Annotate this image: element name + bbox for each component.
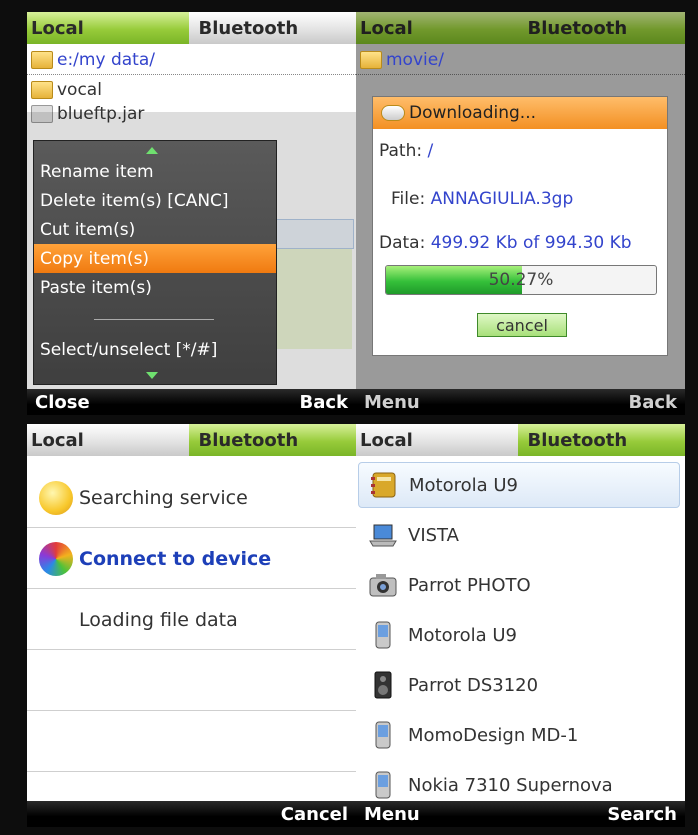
file-item[interactable]: vocal <box>31 80 102 100</box>
file-line: File: ANNAGIULIA.3gp <box>391 189 573 209</box>
device-name: Motorola U9 <box>409 474 519 496</box>
tab-local[interactable]: Local <box>27 424 189 456</box>
device-row[interactable]: MomoDesign MD-1 <box>358 712 680 758</box>
menu-item-paste[interactable]: Paste item(s) <box>34 273 276 302</box>
data-value: 499.92 Kb of 994.30 Kb <box>430 233 632 253</box>
scroll-down-icon[interactable] <box>146 372 158 379</box>
device-row[interactable]: Parrot PHOTO <box>358 562 680 608</box>
file-name: vocal <box>57 80 102 100</box>
device-name: MomoDesign MD-1 <box>408 724 579 746</box>
tab-local[interactable]: Local <box>356 424 518 456</box>
screen-local-file-browser: Local Bluetooth e:/my data/ vocal blueft… <box>27 12 356 415</box>
path-line: Path: / <box>379 141 433 161</box>
device-row[interactable]: VISTA <box>358 512 680 558</box>
file-label: File: <box>391 189 426 209</box>
phone-icon <box>366 718 400 752</box>
tab-bar: Local Bluetooth <box>27 12 356 44</box>
softkey-bar: Cancel <box>27 801 356 827</box>
softkey-bar: Menu Back <box>356 389 685 415</box>
download-dialog: Downloading... Path: / File: ANNAGIULIA.… <box>372 96 668 356</box>
tab-local[interactable]: Local <box>356 12 518 44</box>
current-path-row[interactable]: movie/ <box>360 50 444 70</box>
folder-icon <box>360 51 382 69</box>
tab-bluetooth[interactable]: Bluetooth <box>188 424 356 456</box>
screen-bluetooth-devices: Local Bluetooth Motorola U9 VISTA Parrot… <box>356 424 685 827</box>
device-name: Nokia 7310 Supernova <box>408 774 613 796</box>
current-path: movie/ <box>386 50 444 70</box>
current-path-row[interactable]: e:/my data/ <box>31 50 155 70</box>
softkey-bar: Close Back <box>27 389 356 415</box>
menu-item-cut[interactable]: Cut item(s) <box>34 215 276 244</box>
scroll-up-icon[interactable] <box>146 147 158 154</box>
softkey-menu[interactable]: Menu <box>364 392 420 413</box>
screen-downloading: Local Bluetooth movie/ Downloading... Pa… <box>356 12 685 415</box>
sun-icon <box>39 480 73 515</box>
device-row[interactable]: Parrot DS3120 <box>358 662 680 708</box>
softkey-cancel[interactable]: Cancel <box>281 804 348 825</box>
softkey-search[interactable]: Search <box>607 804 677 825</box>
menu-item-copy[interactable]: Copy item(s) <box>34 244 276 273</box>
phone-icon <box>366 768 400 802</box>
tab-bar: Local Bluetooth <box>356 424 685 456</box>
status-row-searching: Searching service <box>27 468 356 528</box>
softkey-close[interactable]: Close <box>35 392 90 413</box>
tab-bar: Local Bluetooth <box>356 12 685 44</box>
dialog-title-bar: Downloading... <box>373 97 667 129</box>
tab-bar: Local Bluetooth <box>27 424 356 456</box>
status-text: Connect to device <box>79 547 272 570</box>
camera-icon <box>366 568 400 602</box>
context-menu: Rename item Delete item(s) [CANC] Cut it… <box>33 140 277 385</box>
softkey-back[interactable]: Back <box>628 392 677 413</box>
data-line: Data: 499.92 Kb of 994.30 Kb <box>379 233 632 253</box>
empty-row <box>27 712 356 772</box>
softkey-menu[interactable]: Menu <box>364 804 420 825</box>
status-list: Searching service Connect to device Load… <box>27 456 356 801</box>
speaker-icon <box>366 668 400 702</box>
status-text: Loading file data <box>79 608 238 631</box>
folder-icon <box>31 51 53 69</box>
file-value: ANNAGIULIA.3gp <box>430 189 574 209</box>
device-row[interactable]: Motorola U9 <box>358 612 680 658</box>
status-row-loading: Loading file data <box>27 590 356 650</box>
color-wheel-icon <box>39 541 73 576</box>
progress-text: 50.27% <box>488 270 554 290</box>
device-list: Motorola U9 VISTA Parrot PHOTO Motorola … <box>356 456 685 801</box>
menu-item-rename[interactable]: Rename item <box>34 157 276 186</box>
empty-row <box>27 651 356 711</box>
phone-icon <box>366 618 400 652</box>
cancel-button[interactable]: cancel <box>477 313 567 337</box>
device-name: Motorola U9 <box>408 624 518 646</box>
device-name: Parrot PHOTO <box>408 574 531 596</box>
dialog-title: Downloading... <box>409 103 537 123</box>
softkey-bar: Menu Search <box>356 801 685 827</box>
download-icon <box>381 105 405 121</box>
menu-item-select[interactable]: Select/unselect [*/#] <box>34 335 276 364</box>
address-book-icon <box>367 468 401 502</box>
tab-bluetooth[interactable]: Bluetooth <box>188 12 356 44</box>
current-path: e:/my data/ <box>57 50 155 70</box>
path-value: / <box>427 141 434 161</box>
tab-bluetooth[interactable]: Bluetooth <box>517 12 685 44</box>
data-label: Data: <box>379 233 426 253</box>
download-progress-bar: 50.27% <box>385 265 657 295</box>
device-name: Parrot DS3120 <box>408 674 539 696</box>
laptop-icon <box>366 518 400 552</box>
menu-separator <box>94 319 214 320</box>
folder-icon <box>31 81 53 99</box>
tab-bluetooth[interactable]: Bluetooth <box>517 424 685 456</box>
menu-item-delete[interactable]: Delete item(s) [CANC] <box>34 186 276 215</box>
divider <box>27 74 356 75</box>
tab-local[interactable]: Local <box>27 12 189 44</box>
status-text: Searching service <box>79 486 248 509</box>
path-label: Path: <box>379 141 423 161</box>
device-name: VISTA <box>408 524 459 546</box>
divider <box>356 74 685 75</box>
status-row-connect[interactable]: Connect to device <box>27 529 356 589</box>
softkey-back[interactable]: Back <box>299 392 348 413</box>
screen-bluetooth-connecting: Local Bluetooth Searching service Connec… <box>27 424 356 827</box>
device-row[interactable]: Motorola U9 <box>358 462 680 508</box>
